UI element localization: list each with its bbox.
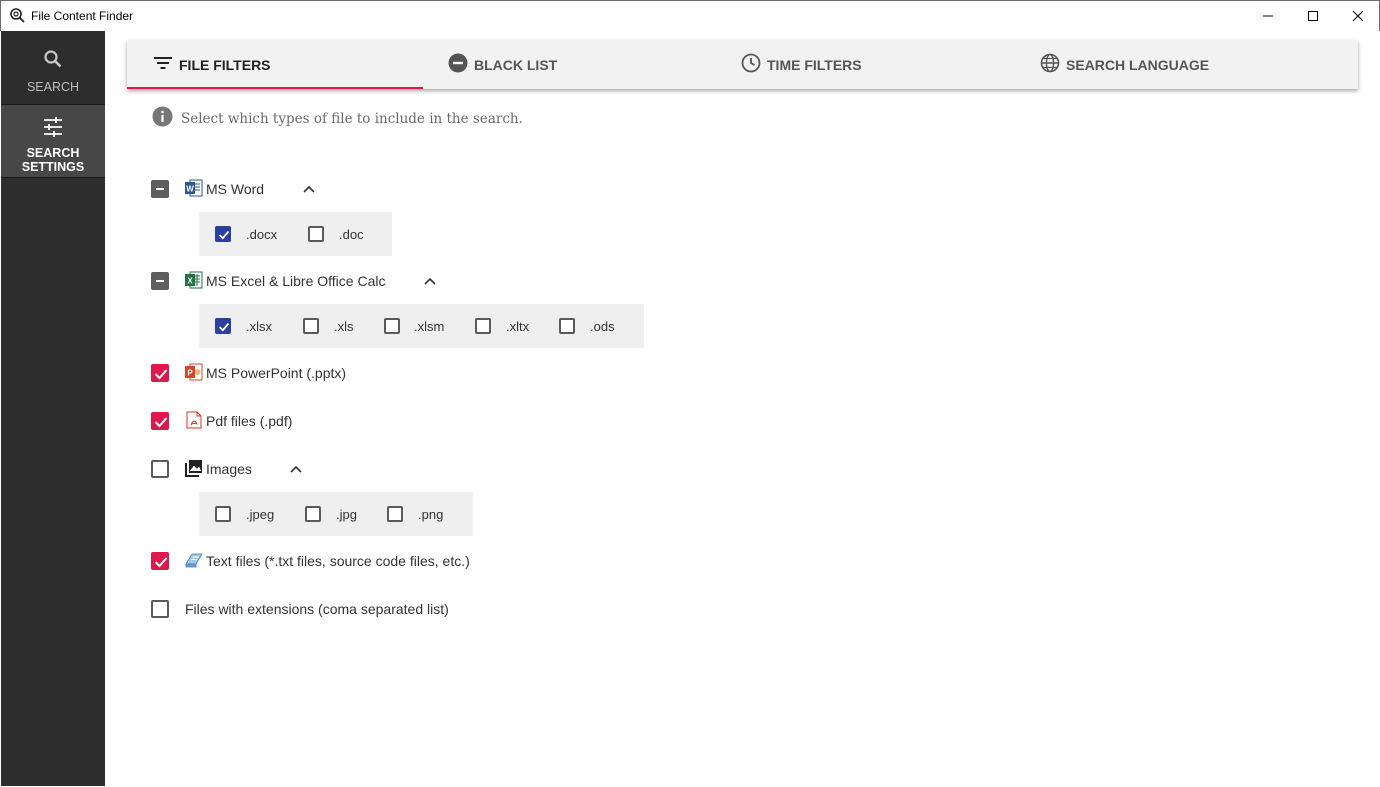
docx-checkbox[interactable] [215, 226, 231, 242]
sidebar: SEARCH SEARCH SETTINGS [1, 31, 105, 786]
ms-powerpoint-icon: P [185, 363, 203, 381]
ms-excel-icon: X [185, 271, 203, 289]
text-files-label: Text files (*.txt files, source code fil… [206, 553, 470, 569]
svg-text:P: P [187, 369, 193, 378]
custom-extensions-checkbox[interactable] [151, 600, 169, 618]
tab-time-filters[interactable]: TIME FILTERS [741, 40, 862, 89]
images-checkbox[interactable] [151, 460, 169, 478]
xls-label: .xls [334, 319, 354, 334]
tab-label: BLACK LIST [474, 56, 558, 73]
window-title: File Content Finder [31, 9, 134, 23]
sliders-icon [43, 117, 63, 142]
ms-excel-checkbox[interactable] [151, 272, 169, 290]
tab-label: FILE FILTERS [179, 56, 271, 73]
ms-powerpoint-label: MS PowerPoint (.pptx) [206, 365, 347, 381]
custom-extensions-label: Files with extensions (coma separated li… [185, 601, 449, 617]
xls-checkbox[interactable] [303, 318, 319, 334]
tab-file-filters[interactable]: FILE FILTERS [153, 40, 271, 89]
maximize-button[interactable] [1290, 1, 1336, 31]
sidebar-item-search[interactable]: SEARCH [1, 31, 105, 103]
text-file-icon [185, 551, 203, 569]
pdf-icon [185, 411, 203, 429]
tab-label: TIME FILTERS [767, 56, 862, 73]
sidebar-item-label: SEARCH [26, 80, 80, 94]
pdf-checkbox[interactable] [151, 412, 169, 430]
info-icon [152, 106, 173, 132]
info-message: Select which types of file to include in… [152, 106, 523, 132]
close-button[interactable] [1335, 1, 1380, 31]
docx-label: .docx [246, 227, 278, 242]
xltx-label: .xltx [506, 319, 530, 334]
tab-black-list[interactable]: BLACK LIST [448, 40, 557, 89]
sidebar-item-label: SEARCH SETTINGS [21, 146, 85, 174]
filter-icon [153, 56, 179, 73]
pdf-label: Pdf files (.pdf) [206, 413, 293, 429]
ms-powerpoint-checkbox[interactable] [151, 364, 169, 382]
chevron-up-icon[interactable] [423, 274, 437, 288]
jpeg-label: .jpeg [246, 507, 275, 522]
png-label: .png [418, 507, 444, 522]
jpeg-checkbox[interactable] [215, 506, 231, 522]
jpg-label: .jpg [336, 507, 357, 522]
xltx-checkbox[interactable] [475, 318, 491, 334]
xlsm-label: .xlsm [414, 319, 445, 334]
active-tab-indicator [127, 87, 423, 89]
png-checkbox[interactable] [387, 506, 403, 522]
ods-label: .ods [590, 319, 615, 334]
ms-excel-label: MS Excel & Libre Office Calc [206, 273, 386, 289]
svg-text:X: X [187, 277, 193, 286]
ms-word-checkbox[interactable] [151, 180, 169, 198]
sidebar-item-search-settings[interactable]: SEARCH SETTINGS [1, 104, 105, 178]
search-icon [43, 49, 63, 74]
jpg-checkbox[interactable] [305, 506, 321, 522]
title-bar: File Content Finder [0, 0, 1380, 31]
doc-checkbox[interactable] [308, 226, 324, 242]
xlsm-checkbox[interactable] [384, 318, 400, 334]
xlsx-label: .xlsx [246, 319, 272, 334]
images-icon [185, 459, 203, 477]
settings-tab-bar: FILE FILTERS BLACK LIST TIME FILTERS SEA… [127, 40, 1358, 89]
globe-icon [1040, 53, 1066, 76]
chevron-up-icon[interactable] [302, 182, 316, 196]
ms-word-label: MS Word [206, 181, 265, 197]
ms-word-icon: W [185, 179, 203, 197]
xlsx-checkbox[interactable] [215, 318, 231, 334]
clock-icon [741, 53, 767, 76]
ods-checkbox[interactable] [559, 318, 575, 334]
app-search-icon [9, 7, 27, 25]
minus-circle-icon [448, 53, 474, 76]
doc-label: .doc [339, 227, 364, 242]
tab-label: SEARCH LANGUAGE [1066, 56, 1210, 73]
chevron-up-icon[interactable] [289, 462, 303, 476]
info-text: Select which types of file to include in… [181, 111, 523, 127]
tab-search-language[interactable]: SEARCH LANGUAGE [1040, 40, 1209, 89]
minimize-button[interactable] [1245, 1, 1291, 31]
text-files-checkbox[interactable] [151, 552, 169, 570]
images-label: Images [206, 461, 252, 477]
svg-text:W: W [186, 185, 194, 194]
